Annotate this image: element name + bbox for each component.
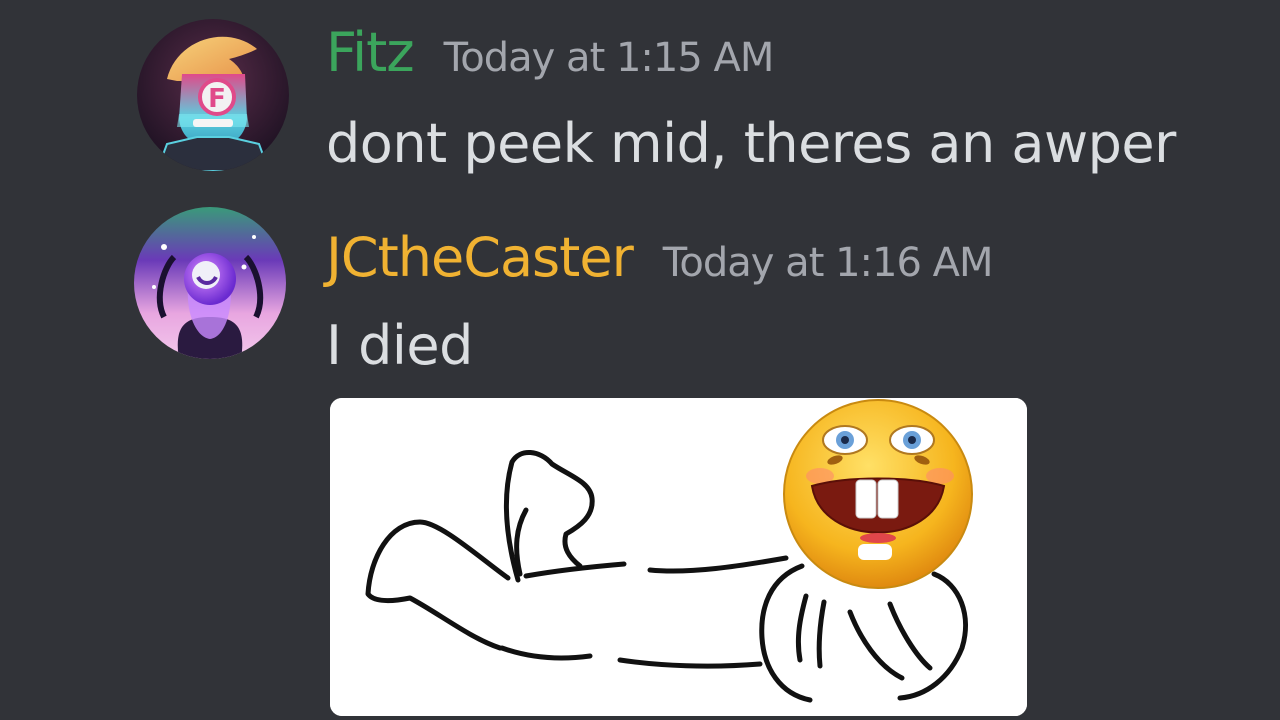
chat-log: F Fitz Today at 1:15 AM dont peek mid, th… (0, 0, 1280, 720)
message-header: JCtheCaster Today at 1:16 AM (326, 226, 994, 289)
image-attachment[interactable] (330, 398, 1027, 716)
username-fitz[interactable]: Fitz (326, 21, 415, 84)
laughing-emoji-icon (783, 399, 973, 589)
message-content: I died (326, 314, 473, 377)
galaxy-face-avatar-icon (134, 207, 286, 359)
timestamp[interactable]: Today at 1:16 AM (663, 240, 994, 286)
user-avatar-fitz[interactable]: F (137, 19, 289, 171)
lying-stick-figure-laughing-emoji-meme (330, 398, 1027, 716)
user-avatar-jcthecaster[interactable] (134, 207, 286, 359)
message-content: dont peek mid, theres an awper (326, 112, 1176, 175)
username-jcthecaster[interactable]: JCtheCaster (326, 226, 634, 289)
message-header: Fitz Today at 1:15 AM (326, 21, 775, 84)
svg-text:F: F (208, 84, 226, 114)
robot-skull-avatar-icon: F (137, 19, 289, 171)
timestamp[interactable]: Today at 1:15 AM (444, 35, 775, 81)
